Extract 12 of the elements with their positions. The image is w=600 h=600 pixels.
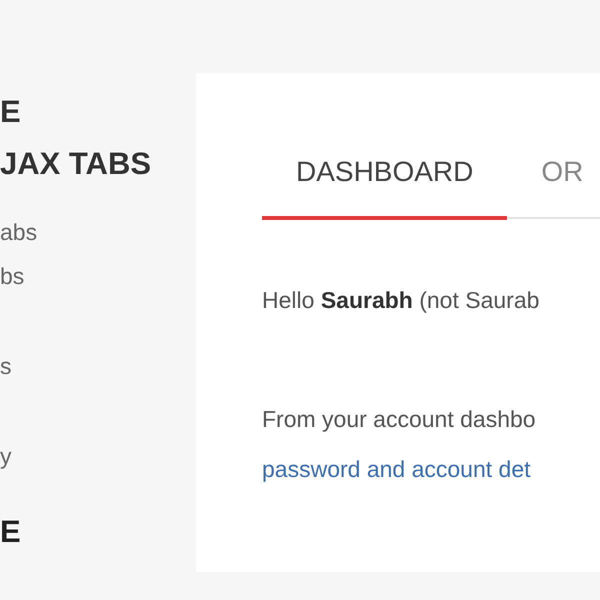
sidebar-link[interactable]: abs — [0, 210, 38, 254]
sidebar-heading: E — [0, 514, 21, 550]
sidebar-heading: E — [0, 93, 21, 131]
tab[interactable]: DASHBOARD — [262, 151, 508, 220]
account-details-link[interactable]: password and account det — [262, 456, 531, 482]
sidebar-link[interactable]: bs — [0, 254, 24, 298]
greeting-text: Hello Saurabh (not Saurab — [262, 287, 540, 314]
dashboard-intro-text: From your account dashbo password and account det — [262, 405, 537, 484]
sidebar-link[interactable]: y — [0, 434, 12, 478]
tab[interactable]: OR — [541, 151, 584, 220]
sidebar-link[interactable]: s — [0, 344, 12, 388]
sidebar-heading: JAX TABS — [0, 145, 152, 183]
